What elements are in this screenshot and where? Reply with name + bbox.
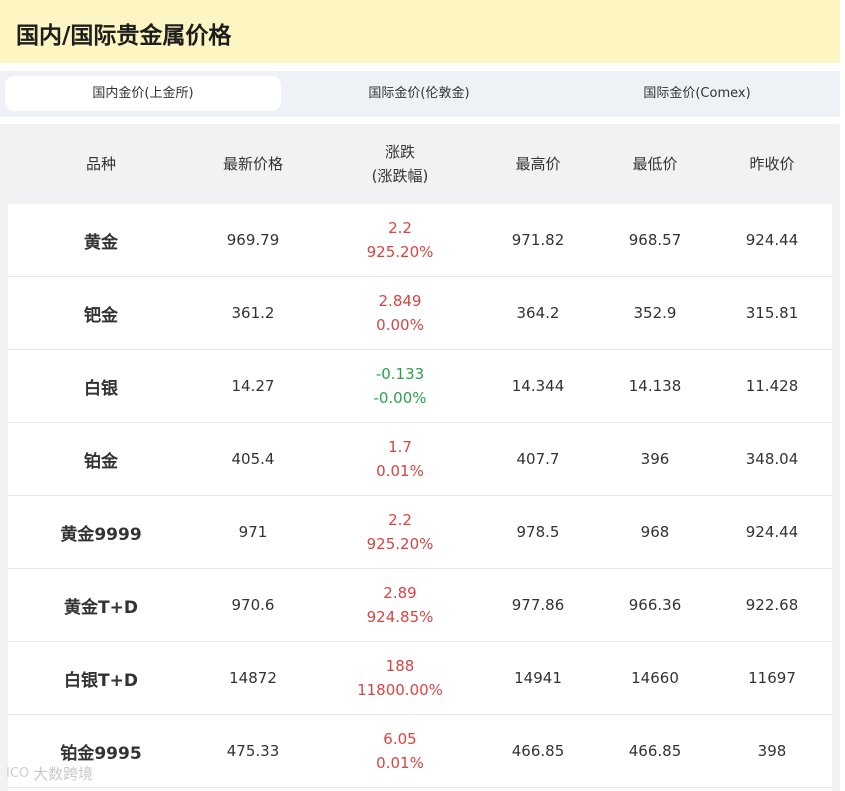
change-value: 2.2 bbox=[388, 219, 412, 237]
latest-price: 970.6 bbox=[231, 596, 275, 614]
change-percent: 924.85% bbox=[366, 608, 434, 626]
low-price: 466.85 bbox=[628, 742, 682, 760]
high-price: 978.5 bbox=[516, 523, 560, 541]
latest-price: 14872 bbox=[229, 669, 277, 687]
latest-price: 14.27 bbox=[231, 377, 275, 395]
high-price: 977.86 bbox=[511, 596, 565, 614]
change-value: -0.133 bbox=[375, 365, 425, 383]
prev-close: 348.04 bbox=[745, 450, 799, 468]
col-header-change: 涨跌 (涨跌幅) bbox=[312, 124, 488, 204]
variety-name: 铂金 bbox=[84, 451, 118, 472]
change-percent: 0.01% bbox=[376, 462, 424, 480]
variety-name: 白银 bbox=[84, 378, 118, 399]
table-row[interactable]: 钯金 361.2 2.849 0.00% 364.2 352.9 315.81 bbox=[8, 277, 832, 350]
table-row[interactable]: 黄金T+D 970.6 2.89 924.85% 977.86 966.36 922.68 bbox=[8, 569, 832, 642]
variety-name: 白银T+D bbox=[64, 670, 138, 691]
change-percent: 11800.00% bbox=[357, 681, 443, 699]
variety-name: 钯金 bbox=[84, 305, 118, 326]
market-tabs: 国内金价(上金所) 国际金价(伦敦金) 国际金价(Comex) bbox=[0, 71, 840, 117]
table-body: 黄金 969.79 2.2 925.20% 971.82 968.57 924.44 钯金 36… bbox=[8, 204, 832, 791]
variety-name: 黄金9999 bbox=[60, 524, 142, 545]
tab-comex-gold[interactable]: 国际金价(Comex) bbox=[557, 76, 837, 111]
prev-close: 11697 bbox=[748, 669, 796, 687]
change-value: 2.849 bbox=[378, 292, 422, 310]
watermark: ICO 大数跨境 bbox=[6, 763, 93, 784]
change-cell: 1.7 0.01% bbox=[312, 423, 488, 495]
low-price: 14.138 bbox=[628, 377, 682, 395]
change-percent: 0.00% bbox=[376, 316, 424, 334]
change-percent: 925.20% bbox=[366, 243, 434, 261]
table-row[interactable]: 黄金 969.79 2.2 925.20% 971.82 968.57 924.44 bbox=[8, 204, 832, 277]
change-percent: 925.20% bbox=[366, 535, 434, 553]
change-cell: 2.2 925.20% bbox=[312, 496, 488, 568]
high-price: 971.82 bbox=[511, 231, 565, 249]
latest-price: 475.33 bbox=[226, 742, 280, 760]
table-row[interactable]: 白银T+D 14872 188 11800.00% 14941 14660 11697 bbox=[8, 642, 832, 715]
change-cell: 6.05 0.01% bbox=[312, 715, 488, 787]
table-row[interactable]: 铂金9995 475.33 6.05 0.01% 466.85 466.85 398 bbox=[8, 715, 832, 788]
watermark-logo-icon: ICO bbox=[6, 766, 30, 781]
col-header-variety: 品种 bbox=[85, 154, 116, 173]
prev-close: 924.44 bbox=[745, 231, 799, 249]
change-value: 1.7 bbox=[388, 438, 412, 456]
low-price: 396 bbox=[640, 450, 670, 468]
table-row[interactable]: 黄金9999 971 2.2 925.20% 978.5 968 924.44 bbox=[8, 496, 832, 569]
low-price: 968.57 bbox=[628, 231, 682, 249]
tab-london-gold[interactable]: 国际金价(伦敦金) bbox=[281, 76, 557, 111]
high-price: 407.7 bbox=[516, 450, 560, 468]
latest-price: 361.2 bbox=[231, 304, 275, 322]
latest-price: 969.79 bbox=[226, 231, 280, 249]
change-cell: 2.849 0.00% bbox=[312, 277, 488, 349]
col-header-change-pct-label: (涨跌幅) bbox=[371, 167, 429, 185]
prev-close: 398 bbox=[757, 742, 787, 760]
low-price: 14660 bbox=[631, 669, 679, 687]
page-title: 国内/国际贵金属价格 bbox=[16, 23, 232, 49]
high-price: 14941 bbox=[514, 669, 562, 687]
table-header: 品种 最新价格 涨跌 (涨跌幅) 最高价 最低价 昨收价 bbox=[8, 124, 832, 204]
latest-price: 971 bbox=[238, 523, 268, 541]
variety-name: 黄金T+D bbox=[64, 597, 138, 618]
change-value: 2.89 bbox=[383, 584, 417, 602]
change-cell: 2.89 924.85% bbox=[312, 569, 488, 641]
watermark-text: 大数跨境 bbox=[33, 765, 94, 783]
change-cell: -0.133 -0.00% bbox=[312, 350, 488, 422]
change-percent: 0.01% bbox=[376, 754, 424, 772]
price-table-panel: 品种 最新价格 涨跌 (涨跌幅) 最高价 最低价 昨收价 黄金 969.79 2.2… bbox=[0, 124, 840, 791]
high-price: 14.344 bbox=[511, 377, 565, 395]
prev-close: 922.68 bbox=[745, 596, 799, 614]
page-header: 国内/国际贵金属价格 bbox=[0, 0, 840, 63]
tab-domestic-gold[interactable]: 国内金价(上金所) bbox=[5, 76, 281, 111]
table-row[interactable]: 铂金 405.4 1.7 0.01% 407.7 396 348.04 bbox=[8, 423, 832, 496]
change-cell: 188 11800.00% bbox=[312, 642, 488, 714]
table-row[interactable]: 白银 14.27 -0.133 -0.00% 14.344 14.138 11.428 bbox=[8, 350, 832, 423]
high-price: 364.2 bbox=[516, 304, 560, 322]
variety-name: 黄金 bbox=[84, 232, 118, 253]
col-header-prev-close: 昨收价 bbox=[749, 154, 795, 173]
low-price: 966.36 bbox=[628, 596, 682, 614]
change-cell: 2.2 925.20% bbox=[312, 204, 488, 276]
change-percent: -0.00% bbox=[373, 389, 427, 407]
change-value: 2.2 bbox=[388, 511, 412, 529]
high-price: 466.85 bbox=[511, 742, 565, 760]
low-price: 352.9 bbox=[633, 304, 677, 322]
low-price: 968 bbox=[640, 523, 670, 541]
col-header-latest: 最新价格 bbox=[222, 154, 283, 173]
change-value: 6.05 bbox=[383, 730, 417, 748]
latest-price: 405.4 bbox=[231, 450, 275, 468]
change-value: 188 bbox=[385, 657, 415, 675]
col-header-low: 最低价 bbox=[632, 154, 678, 173]
prev-close: 924.44 bbox=[745, 523, 799, 541]
prev-close: 315.81 bbox=[745, 304, 799, 322]
prev-close: 11.428 bbox=[745, 377, 799, 395]
col-header-change-label: 涨跌 bbox=[384, 143, 415, 161]
col-header-high: 最高价 bbox=[515, 154, 561, 173]
